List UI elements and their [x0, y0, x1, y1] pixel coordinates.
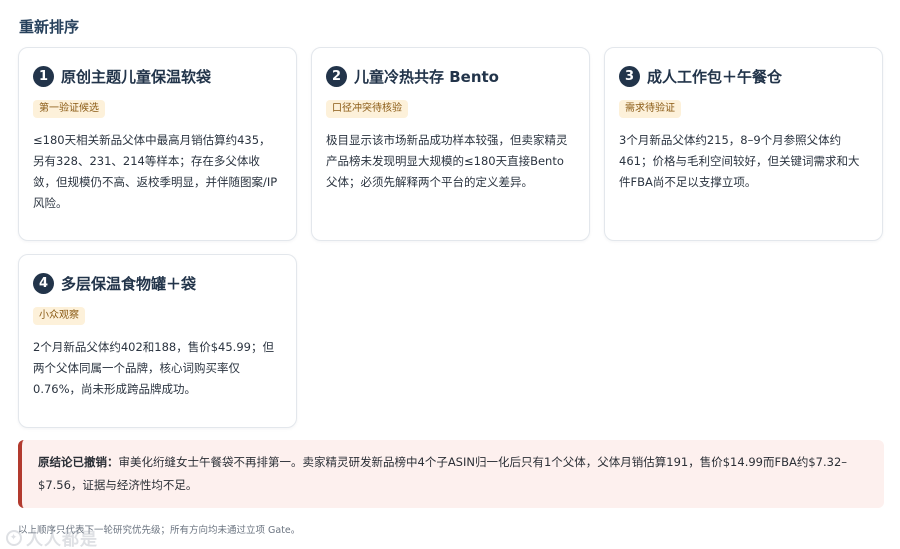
alert-label: 原结论已撤销：: [38, 455, 119, 469]
option-card-2: 2 儿童冷热共存 Bento 口径冲突待核验 极目显示该市场新品成功样本较强，但…: [311, 47, 590, 241]
rank-number-badge: 4: [33, 272, 54, 294]
status-tag: 需求待验证: [619, 100, 681, 118]
revoked-conclusion-alert: 原结论已撤销：审美化绗缝女士午餐袋不再排第一。卖家精灵研发新品榜中4个子ASIN…: [18, 440, 884, 508]
alert-text: 审美化绗缝女士午餐袋不再排第一。卖家精灵研发新品榜中4个子ASIN归一化后只有1…: [38, 455, 848, 492]
status-tag: 口径冲突待核验: [326, 100, 408, 118]
card-description: 3个月新品父体约215，8–9个月参照父体约461；价格与毛利空间较好，但关键词…: [619, 133, 860, 189]
card-title: 成人工作包＋午餐仓: [647, 67, 783, 86]
watermark-text: 人人都是: [26, 530, 98, 549]
option-card-3: 3 成人工作包＋午餐仓 需求待验证 3个月新品父体约215，8–9个月参照父体约…: [604, 47, 883, 241]
card-title: 多层保温食物罐＋袋: [61, 274, 197, 293]
watermark-logo-icon: ✦: [6, 529, 22, 546]
card-title: 原创主题儿童保温软袋: [61, 67, 212, 86]
status-tag: 第一验证候选: [33, 100, 105, 118]
option-card-1: 1 原创主题儿童保温软袋 第一验证候选 ≤180天相关新品父体中最高月销估算约4…: [18, 47, 297, 241]
card-header: 3 成人工作包＋午餐仓: [619, 64, 868, 88]
rank-number-badge: 2: [326, 65, 347, 87]
card-title: 儿童冷热共存 Bento: [354, 67, 499, 86]
watermark: ✦ 人人都是: [6, 525, 98, 549]
page-title: 重新排序: [19, 18, 80, 36]
card-header: 4 多层保温食物罐＋袋: [33, 271, 282, 295]
card-description: ≤180天相关新品父体中最高月销估算约435，另有328、231、214等样本；…: [33, 133, 278, 210]
rank-number-badge: 3: [619, 65, 640, 87]
card-header: 1 原创主题儿童保温软袋: [33, 64, 282, 88]
status-tag: 小众观察: [33, 307, 85, 325]
option-card-4: 4 多层保温食物罐＋袋 小众观察 2个月新品父体约402和188，售价$45.9…: [18, 254, 297, 428]
card-description: 极目显示该市场新品成功样本较强，但卖家精灵产品榜未发现明显大规模的≤180天直接…: [326, 133, 568, 189]
card-description: 2个月新品父体约402和188，售价$45.99；但两个父体同属一个品牌，核心词…: [33, 340, 274, 396]
card-header: 2 儿童冷热共存 Bento: [326, 64, 575, 88]
rank-number-badge: 1: [33, 65, 54, 87]
